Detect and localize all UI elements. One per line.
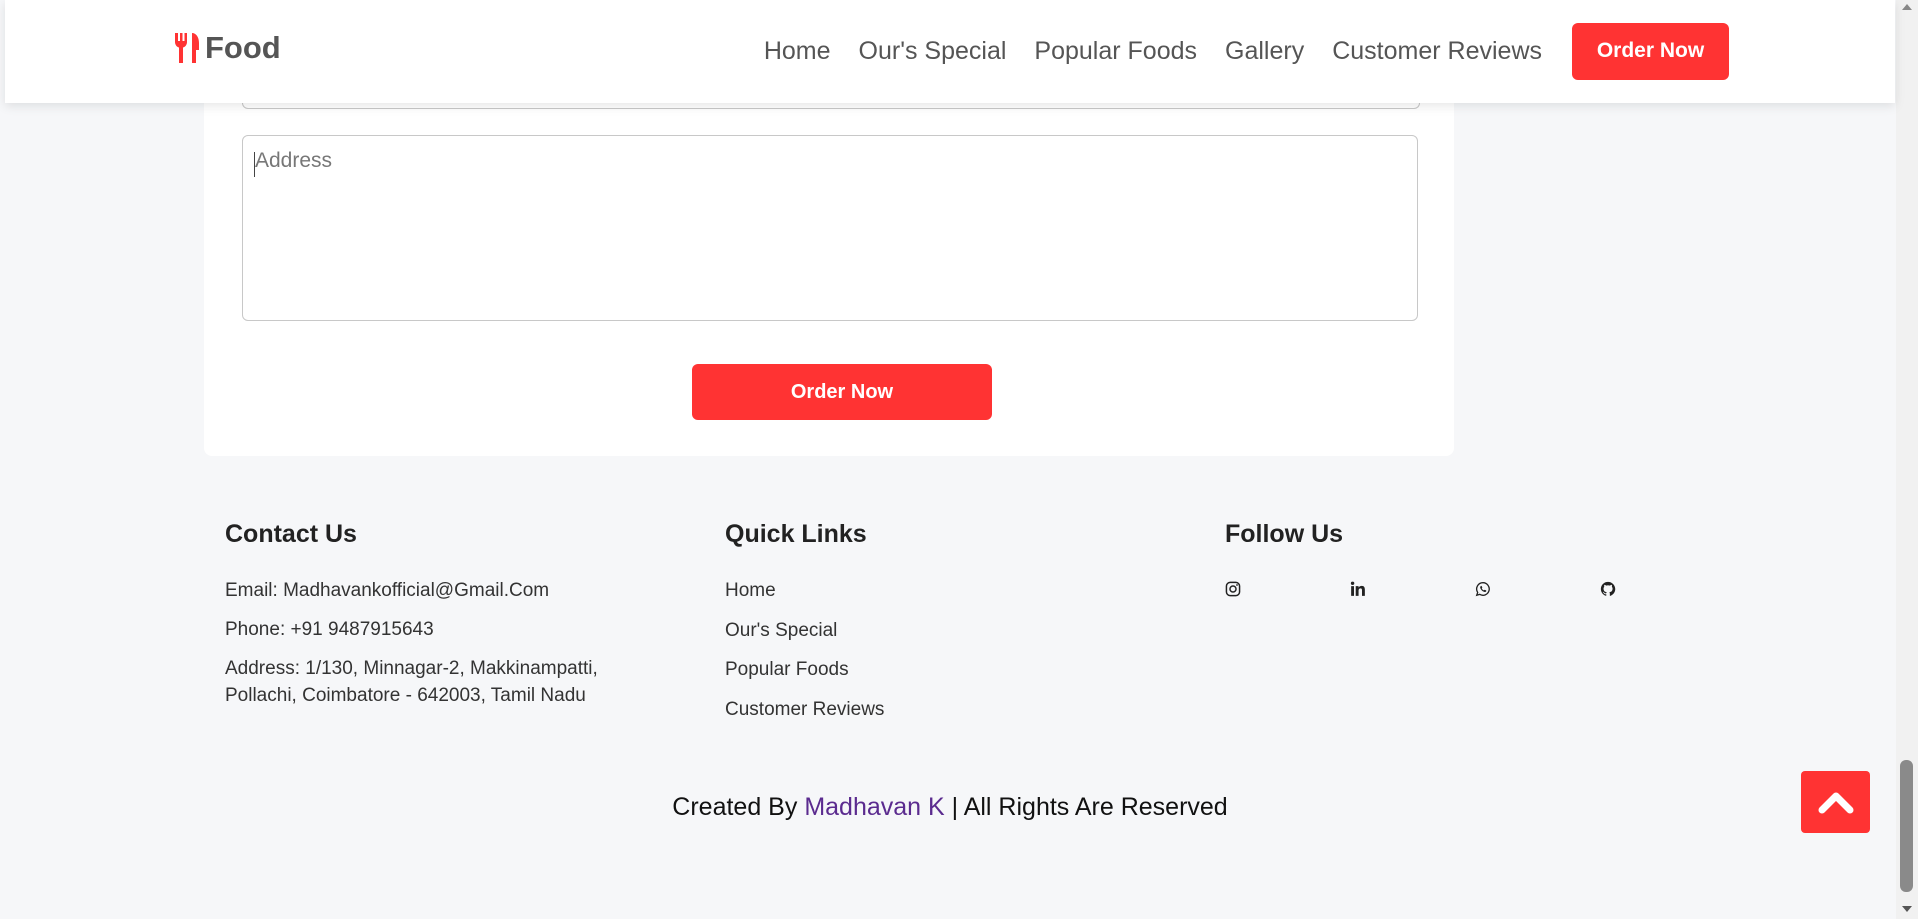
- logo[interactable]: Food: [173, 30, 281, 66]
- instagram-icon[interactable]: [1225, 575, 1241, 603]
- page-scrollbar[interactable]: [1896, 0, 1918, 919]
- quick-links-section: Quick Links Home Our's Special Popular F…: [725, 520, 1025, 735]
- logo-text: Food: [205, 30, 281, 65]
- nav-ours-special[interactable]: Our's Special: [859, 37, 1007, 66]
- follow-heading: Follow Us: [1225, 520, 1344, 548]
- follow-section: Follow Us: [1225, 520, 1725, 603]
- chevron-up-icon: [1818, 792, 1853, 814]
- social-links: [1225, 575, 1725, 603]
- footer-link-popular-foods[interactable]: Popular Foods: [725, 656, 1025, 696]
- site-header: Food Home Our's Special Popular Foods Ga…: [5, 0, 1895, 103]
- credit-author-link[interactable]: Madhavan K: [804, 793, 944, 821]
- main-nav: Home Our's Special Popular Foods Gallery…: [764, 22, 1729, 80]
- quick-links-heading: Quick Links: [725, 520, 867, 548]
- github-icon[interactable]: [1600, 575, 1616, 603]
- nav-gallery[interactable]: Gallery: [1225, 37, 1304, 66]
- text-caret: [254, 152, 255, 177]
- scroll-thumb[interactable]: [1900, 760, 1913, 892]
- footer-link-ours-special[interactable]: Our's Special: [725, 617, 1025, 657]
- contact-email: Email: Madhavankofficial@Gmail.Com: [225, 580, 550, 601]
- header-order-button[interactable]: Order Now: [1572, 22, 1729, 80]
- submit-order-button[interactable]: Order Now: [692, 364, 992, 420]
- contact-section: Contact Us Email: Madhavankofficial@Gmai…: [225, 520, 665, 721]
- footer-link-customer-reviews[interactable]: Customer Reviews: [725, 696, 1025, 736]
- scroll-down-arrow[interactable]: [1902, 906, 1912, 912]
- scroll-to-top-button[interactable]: [1801, 771, 1870, 833]
- whatsapp-icon[interactable]: [1475, 575, 1491, 603]
- contact-phone: Phone: +91 9487915643: [225, 619, 434, 640]
- nav-customer-reviews[interactable]: Customer Reviews: [1332, 37, 1542, 66]
- contact-address: Address: 1/130, Minnagar-2, Makkinampatt…: [225, 658, 598, 706]
- nav-home[interactable]: Home: [764, 37, 831, 66]
- linkedin-icon[interactable]: [1350, 575, 1366, 603]
- address-placeholder: Address: [255, 149, 333, 172]
- utensils-icon: [175, 33, 199, 63]
- nav-popular-foods[interactable]: Popular Foods: [1034, 37, 1197, 66]
- footer-credit: Created By Madhavan K | All Rights Are R…: [0, 793, 1900, 822]
- scroll-up-arrow[interactable]: [1902, 4, 1912, 10]
- credit-prefix: Created By: [672, 793, 798, 821]
- address-textarea[interactable]: Address: [242, 135, 1418, 321]
- credit-suffix: | All Rights Are Reserved: [951, 793, 1228, 821]
- contact-heading: Contact Us: [225, 520, 357, 548]
- footer-link-home[interactable]: Home: [725, 577, 1025, 617]
